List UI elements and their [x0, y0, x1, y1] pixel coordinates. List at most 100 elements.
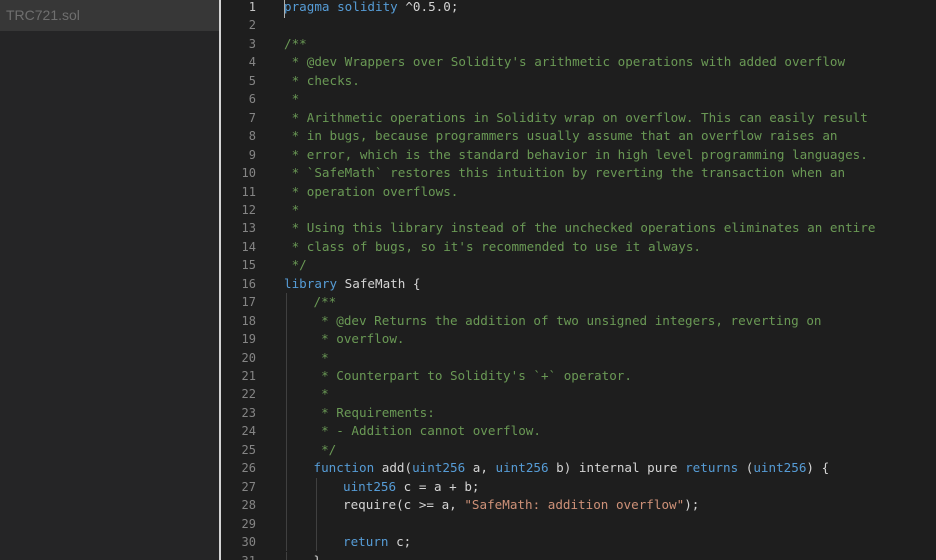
- file-item-trc721[interactable]: TRC721.sol: [0, 0, 219, 31]
- code-token: uint256: [495, 460, 549, 476]
- code-line[interactable]: *: [314, 385, 329, 403]
- code-token: (: [738, 460, 754, 476]
- line-number: 16: [241, 276, 256, 291]
- code-token: c = a + b;: [396, 478, 480, 494]
- code-line[interactable]: */: [284, 256, 307, 274]
- code-line[interactable]: * Counterpart to Solidity's `+` operator…: [314, 367, 632, 385]
- line-number: 11: [241, 184, 256, 199]
- code-line[interactable]: * @dev Wrappers over Solidity's arithmet…: [284, 53, 846, 71]
- line-number: 5: [248, 73, 256, 88]
- code-line[interactable]: * Arithmetic operations in Solidity wrap…: [284, 109, 868, 127]
- code-line[interactable]: * Requirements:: [314, 404, 435, 422]
- code-line[interactable]: * - Addition cannot overflow.: [314, 422, 541, 440]
- code-line[interactable]: uint256 c = a + b;: [343, 478, 479, 496]
- code-token: add(: [374, 460, 413, 476]
- code-line[interactable]: * class of bugs, so it's recommended to …: [284, 238, 701, 256]
- indent-guide: [286, 533, 287, 552]
- code-token: /**: [313, 294, 337, 310]
- code-line[interactable]: pragma solidity ^0.5.0;: [284, 0, 458, 16]
- line-number: 15: [241, 258, 256, 273]
- line-number: 31: [221, 552, 256, 560]
- code-token: }: [313, 552, 322, 560]
- code-token: pragma: [284, 0, 330, 14]
- indent-guide: [286, 551, 287, 560]
- line-number: 18: [241, 313, 256, 328]
- code-line[interactable]: return c;: [343, 533, 411, 551]
- line-number: 21: [241, 369, 256, 383]
- code-token: SafeMath {: [337, 275, 421, 291]
- code-line[interactable]: * in bugs, because programmers usually a…: [284, 127, 838, 145]
- line-number: 12: [241, 202, 256, 217]
- indent-guide: [315, 496, 317, 515]
- line-number: 23: [241, 405, 256, 420]
- code-area[interactable]: pragma solidity ^0.5.0; /** * @dev Wrappe…: [284, 0, 936, 560]
- code-token: ) {: [806, 460, 830, 476]
- code-line[interactable]: *: [314, 349, 329, 367]
- code-token: * error, which is the standard behavior …: [284, 146, 868, 162]
- line-number: 29: [241, 516, 256, 531]
- code-line[interactable]: }: [314, 552, 322, 560]
- line-number: 9: [248, 147, 256, 162]
- line-number: 25: [241, 442, 256, 457]
- line-number: 10: [241, 166, 256, 181]
- line-number: 30: [241, 535, 256, 550]
- line-number: 24: [241, 424, 256, 439]
- code-line[interactable]: * `SafeMath` restores this intuition by …: [284, 164, 846, 182]
- code-line[interactable]: *: [284, 90, 300, 108]
- code-editor-window: TRC721.sol 1 2 3 4 5 6 7 8 9 10 11 12 13 14 15 16 17 18 19…: [0, 0, 936, 560]
- line-number: 17: [241, 295, 256, 310]
- code-token: require(c >= a,: [343, 497, 465, 513]
- code-token: "SafeMath: addition overflow": [464, 497, 685, 513]
- code-token: */: [284, 257, 307, 273]
- indent-guide: [286, 440, 287, 460]
- code-line[interactable]: library SafeMath {: [284, 275, 420, 293]
- indent-guide: [286, 385, 287, 404]
- code-token: /**: [284, 35, 307, 51]
- indent-guide: [286, 422, 287, 441]
- code-line[interactable]: * @dev Returns the addition of two unsig…: [313, 312, 822, 330]
- code-token: * checks.: [284, 72, 360, 88]
- code-line[interactable]: * checks.: [284, 72, 360, 90]
- code-token: * @dev Returns the addition of two unsig…: [313, 312, 822, 328]
- line-number: 7: [248, 110, 256, 125]
- code-token: * overflow.: [313, 331, 405, 347]
- line-number: 1: [248, 0, 256, 14]
- line-number: 13: [241, 221, 256, 236]
- line-number: 6: [248, 92, 256, 107]
- line-number: 22: [241, 387, 256, 402]
- code-line[interactable]: * overflow.: [313, 330, 405, 348]
- code-line[interactable]: * error, which is the standard behavior …: [284, 146, 868, 164]
- indent-guide: [315, 477, 317, 497]
- code-line[interactable]: /**: [284, 35, 307, 53]
- indent-guide: [286, 459, 287, 478]
- code-token: uint256: [412, 460, 466, 476]
- code-token: uint256: [753, 460, 807, 476]
- line-number: 4: [248, 55, 256, 70]
- code-token: library: [284, 275, 338, 291]
- code-token: returns: [685, 460, 739, 476]
- code-token: * Requirements:: [313, 404, 435, 420]
- code-line[interactable]: require(c >= a, "SafeMath: addition over…: [343, 496, 699, 514]
- text-cursor: [284, 0, 285, 18]
- code-line[interactable]: */: [314, 441, 336, 459]
- code-line[interactable]: function add(uint256 a, uint256 b) inter…: [314, 459, 830, 477]
- editor-pane[interactable]: 1 2 3 4 5 6 7 8 9 10 11 12 13 14 15 16 17 18 19 20 21 22 23 24 2…: [221, 0, 936, 560]
- indent-guide: [315, 514, 317, 534]
- code-token: a,: [465, 460, 496, 476]
- line-number: 20: [241, 350, 256, 365]
- code-token: * - Addition cannot overflow.: [313, 423, 541, 439]
- code-token: *: [313, 386, 329, 402]
- code-token: * @dev Wrappers over Solidity's arithmet…: [284, 54, 846, 70]
- code-token: *: [313, 349, 329, 365]
- code-line[interactable]: *: [284, 201, 300, 219]
- line-number: 26: [241, 461, 256, 476]
- code-token: * Counterpart to Solidity's `+` operator…: [313, 368, 632, 383]
- code-token: * Arithmetic operations in Solidity wrap…: [284, 109, 868, 125]
- code-line[interactable]: /**: [314, 293, 337, 311]
- code-token: * Using this library instead of the unch…: [284, 220, 876, 236]
- indent-guide: [286, 293, 287, 312]
- code-line[interactable]: * Using this library instead of the unch…: [284, 219, 876, 237]
- line-number: 2: [248, 18, 256, 33]
- code-line[interactable]: * operation overflows.: [284, 183, 459, 201]
